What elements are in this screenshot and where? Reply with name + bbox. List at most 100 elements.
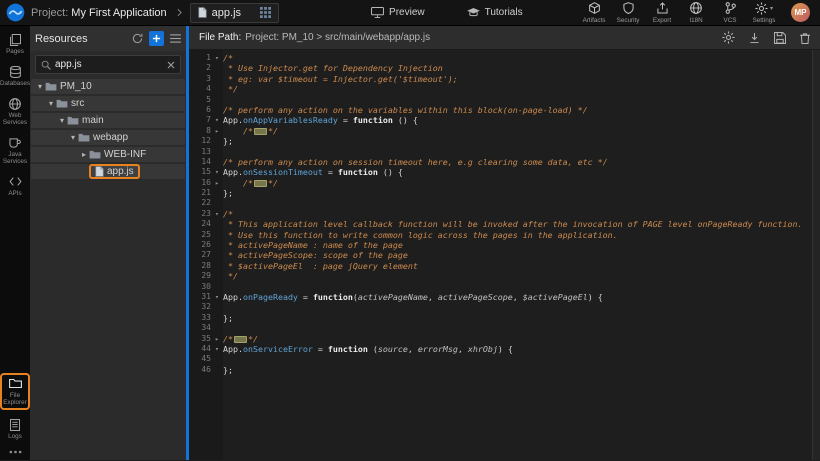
fold-toggle-icon[interactable]: ▾ xyxy=(211,209,223,219)
fold-toggle-icon[interactable]: ▾ xyxy=(211,53,223,63)
code-text: */ xyxy=(223,271,820,281)
add-resource-button[interactable] xyxy=(149,31,164,46)
code-line-5[interactable]: 5 xyxy=(189,95,820,105)
code-line-45[interactable]: 45 xyxy=(189,354,820,364)
line-number: 1 xyxy=(189,53,211,63)
fold-gutter xyxy=(211,74,223,84)
sidebar-item-pages[interactable]: Pages xyxy=(0,33,30,55)
code-line-21[interactable]: 21}; xyxy=(189,188,820,198)
chevron-open-icon[interactable]: ▾ xyxy=(46,99,56,108)
refresh-icon[interactable] xyxy=(132,33,143,44)
file-tab[interactable]: app.js xyxy=(190,3,279,23)
settings-button[interactable]: ▾Settings xyxy=(749,2,779,24)
chevron-open-icon[interactable]: ▾ xyxy=(35,82,45,91)
database-icon xyxy=(10,65,21,78)
search-input[interactable] xyxy=(55,59,163,70)
preview-button[interactable]: Preview xyxy=(371,7,425,18)
app-logo-icon[interactable] xyxy=(6,3,25,22)
save-icon[interactable] xyxy=(774,32,786,44)
code-editor[interactable]: 1▾/*2 * Use Injector.get for Dependency … xyxy=(189,50,820,460)
user-avatar[interactable]: MP xyxy=(791,3,810,22)
more-options-icon[interactable] xyxy=(9,450,22,454)
code-line-29[interactable]: 29 */ xyxy=(189,271,820,281)
fold-toggle-icon[interactable]: ▸ xyxy=(211,334,223,344)
code-line-25[interactable]: 25 * Use this function to write common l… xyxy=(189,230,820,240)
sidebar-item-web-services[interactable]: Web Services xyxy=(0,97,30,126)
sidebar-item-java-services[interactable]: Java Services xyxy=(0,136,30,165)
sidebar-item-logs[interactable]: Logs xyxy=(0,418,30,440)
grid-icon[interactable] xyxy=(260,7,271,18)
chevron-open-icon[interactable]: ▾ xyxy=(68,133,78,142)
code-line-6[interactable]: 6/* perform any action on the variables … xyxy=(189,105,820,115)
project-name[interactable]: My First Application xyxy=(71,7,166,19)
code-line-1[interactable]: 1▾/* xyxy=(189,53,820,63)
code-line-32[interactable]: 32 xyxy=(189,302,820,312)
code-line-14[interactable]: 14/* perform any action on session timeo… xyxy=(189,157,820,167)
menu-icon[interactable] xyxy=(170,34,181,43)
code-line-3[interactable]: 3 * eg: var $timeout = Injector.get('$ti… xyxy=(189,74,820,84)
code-line-7[interactable]: 7▾App.onAppVariablesReady = function () … xyxy=(189,115,820,125)
fold-toggle-icon[interactable]: ▾ xyxy=(211,115,223,125)
tutorials-button[interactable]: Tutorials xyxy=(467,7,523,18)
tree-item-webapp[interactable]: ▾webapp xyxy=(31,130,185,145)
code-line-8[interactable]: 8▸ /**/ xyxy=(189,126,820,136)
sidebar-item-apis[interactable]: APIs xyxy=(0,175,30,197)
code-line-22[interactable]: 22 xyxy=(189,198,820,208)
code-line-27[interactable]: 27 * activePageScope: scope of the page xyxy=(189,250,820,260)
fold-toggle-icon[interactable]: ▾ xyxy=(211,292,223,302)
code-line-26[interactable]: 26 * activePageName : name of the page xyxy=(189,240,820,250)
code-line-44[interactable]: 44▾App.onServiceError = function (source… xyxy=(189,344,820,354)
fold-toggle-icon[interactable]: ▸ xyxy=(211,126,223,136)
clear-search-icon[interactable] xyxy=(167,61,175,69)
code-text: /* xyxy=(223,209,820,219)
tree-item-content: main xyxy=(67,115,104,126)
editor-scrollbar[interactable] xyxy=(812,50,820,460)
code-line-16[interactable]: 16▸ /**/ xyxy=(189,178,820,188)
i18n-button[interactable]: I18N xyxy=(681,2,711,24)
code-text: App.onAppVariablesReady = function () { xyxy=(223,115,820,125)
code-line-23[interactable]: 23▾/* xyxy=(189,209,820,219)
code-line-35[interactable]: 35▸/**/ xyxy=(189,334,820,344)
topbar: Project: My First Application app.js Pre… xyxy=(0,0,820,26)
code-line-30[interactable]: 30 xyxy=(189,282,820,292)
security-icon xyxy=(623,2,634,14)
code-line-2[interactable]: 2 * Use Injector.get for Dependency Inje… xyxy=(189,63,820,73)
vcs-button[interactable]: VCS xyxy=(715,2,745,24)
artifacts-button[interactable]: Artifacts xyxy=(579,2,609,24)
tree-item-src[interactable]: ▾src xyxy=(31,96,185,111)
folded-code-icon[interactable] xyxy=(234,336,247,343)
tree-item-main[interactable]: ▾main xyxy=(31,113,185,128)
fold-gutter xyxy=(211,147,223,157)
tutorials-cap-icon xyxy=(467,8,480,18)
resource-tree: ▾PM_10▾src▾main▾webapp▸WEB-INFapp.js xyxy=(30,79,186,460)
export-button[interactable]: Export xyxy=(647,2,677,24)
file-icon xyxy=(198,7,207,18)
code-line-46[interactable]: 46}; xyxy=(189,365,820,375)
fold-toggle-icon[interactable]: ▾ xyxy=(211,167,223,177)
code-line-13[interactable]: 13 xyxy=(189,147,820,157)
security-button[interactable]: Security xyxy=(613,2,643,24)
download-icon[interactable] xyxy=(749,32,760,44)
chevron-closed-icon[interactable]: ▸ xyxy=(79,150,89,159)
folded-code-icon[interactable] xyxy=(254,128,267,135)
code-line-33[interactable]: 33}; xyxy=(189,313,820,323)
sidebar-item-file-explorer[interactable]: File Explorer xyxy=(0,373,30,410)
editor-settings-gear-icon[interactable] xyxy=(722,31,735,44)
code-line-15[interactable]: 15▾App.onSessionTimeout = function () { xyxy=(189,167,820,177)
tree-item-pm_10[interactable]: ▾PM_10 xyxy=(31,79,185,94)
code-line-24[interactable]: 24 * This application level callback fun… xyxy=(189,219,820,229)
fold-toggle-icon[interactable]: ▸ xyxy=(211,178,223,188)
sidebar-item-databases[interactable]: Databases xyxy=(0,65,30,87)
tree-item-web-inf[interactable]: ▸WEB-INF xyxy=(31,147,185,162)
code-line-12[interactable]: 12}; xyxy=(189,136,820,146)
code-line-31[interactable]: 31▾App.onPageReady = function(activePage… xyxy=(189,292,820,302)
folded-code-icon[interactable] xyxy=(254,180,267,187)
code-line-28[interactable]: 28 * $activePageEl : page jQuery element xyxy=(189,261,820,271)
chevron-open-icon[interactable]: ▾ xyxy=(57,116,67,125)
tree-item-app.js[interactable]: app.js xyxy=(31,164,185,179)
delete-trash-icon[interactable] xyxy=(800,32,810,44)
fold-toggle-icon[interactable]: ▾ xyxy=(211,344,223,354)
code-line-34[interactable]: 34 xyxy=(189,323,820,333)
code-line-4[interactable]: 4 */ xyxy=(189,84,820,94)
plus-icon xyxy=(152,34,161,43)
